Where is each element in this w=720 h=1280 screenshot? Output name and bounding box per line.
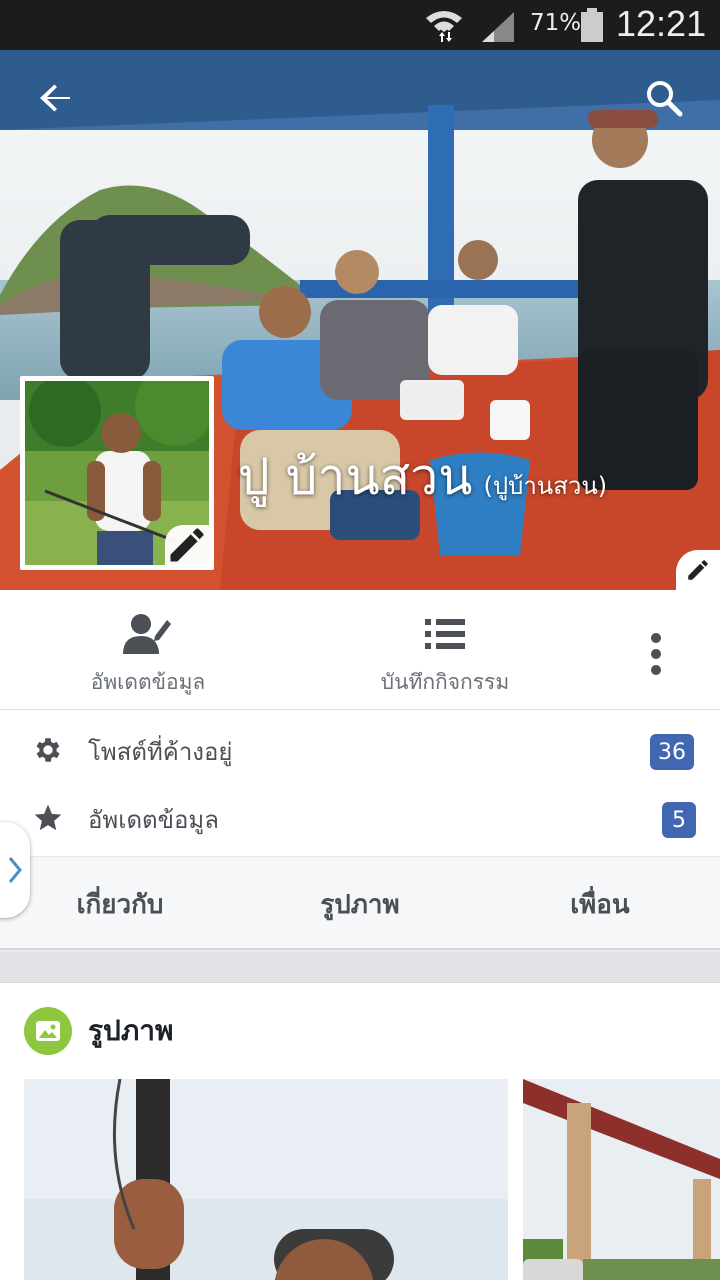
profile-alt-name: (ปูบ้านสวน) [483, 472, 608, 500]
profile-page: 71% 12:21 ปู บ้านสวน (ปูบ้านสวน) อัพเดตข… [0, 0, 720, 1280]
back-button[interactable] [28, 70, 84, 126]
side-drawer-handle[interactable] [0, 822, 30, 918]
pencil-icon [170, 528, 204, 562]
profile-tabs: เกี่ยวกับ รูปภาพ เพื่อน [0, 856, 720, 950]
tab-friends[interactable]: เพื่อน [520, 857, 680, 951]
photos-header[interactable]: รูปภาพ [24, 1007, 173, 1055]
edit-profile-picture-button[interactable] [165, 525, 209, 565]
edit-cover-button[interactable] [676, 550, 720, 590]
person-edit-icon [123, 614, 171, 654]
pencil-icon [688, 560, 708, 580]
update-info-row[interactable]: อัพเดตข้อมูล 5 [0, 782, 720, 848]
tab-about[interactable]: เกี่ยวกับ [40, 857, 200, 951]
more-vertical-icon [651, 633, 661, 675]
update-info-label: อัพเดตข้อมูล [90, 670, 206, 694]
clock: 12:21 [616, 3, 707, 44]
arrow-left-icon [40, 84, 70, 112]
photo-thumbnail[interactable] [523, 1079, 720, 1280]
pending-posts-label: โพสต์ที่ค้างอยู่ [88, 738, 233, 766]
profile-name: ปู บ้านสวน [238, 448, 473, 506]
update-info-count-badge: 5 [662, 802, 696, 838]
photos-card: รูปภาพ [0, 982, 720, 1280]
battery-icon [581, 8, 603, 42]
update-info-button[interactable]: อัพเดตข้อมูล [68, 590, 228, 710]
search-icon [647, 81, 683, 117]
star-icon [34, 804, 62, 831]
profile-picture[interactable] [20, 376, 214, 570]
activity-log-button[interactable]: บันทึกกิจกรรม [360, 590, 530, 710]
photo-icon [24, 1007, 72, 1055]
profile-shortcuts-list: โพสต์ที่ค้างอยู่ 36 อัพเดตข้อมูล 5 [0, 710, 720, 856]
photo-fishing-image [24, 1079, 508, 1280]
tab-photos[interactable]: รูปภาพ [280, 857, 440, 951]
pending-posts-count-badge: 36 [650, 734, 694, 770]
gear-icon [36, 738, 60, 762]
update-info-row-label: อัพเดตข้อมูล [88, 806, 219, 834]
activity-log-label: บันทึกกิจกรรม [380, 670, 510, 694]
more-options-button[interactable] [630, 590, 682, 710]
status-bar: 71% 12:21 [0, 0, 720, 50]
list-icon [425, 619, 465, 649]
battery-percent: 71% [530, 10, 582, 36]
signal-icon [482, 12, 514, 42]
pending-posts-row[interactable]: โพสต์ที่ค้างอยู่ 36 [0, 714, 720, 780]
profile-action-bar: อัพเดตข้อมูล บันทึกกิจกรรม [0, 590, 720, 710]
profile-name-block: ปู บ้านสวน (ปูบ้านสวน) [238, 438, 607, 517]
cover-photo[interactable]: ปู บ้านสวน (ปูบ้านสวน) [0, 50, 720, 590]
photo-bridge-image [523, 1079, 720, 1280]
wifi-icon [426, 11, 462, 42]
photos-title: รูปภาพ [88, 1014, 174, 1047]
search-button[interactable] [636, 70, 692, 126]
photo-thumbnail[interactable] [24, 1079, 508, 1280]
section-divider [0, 952, 720, 982]
chevron-right-icon [8, 857, 22, 883]
